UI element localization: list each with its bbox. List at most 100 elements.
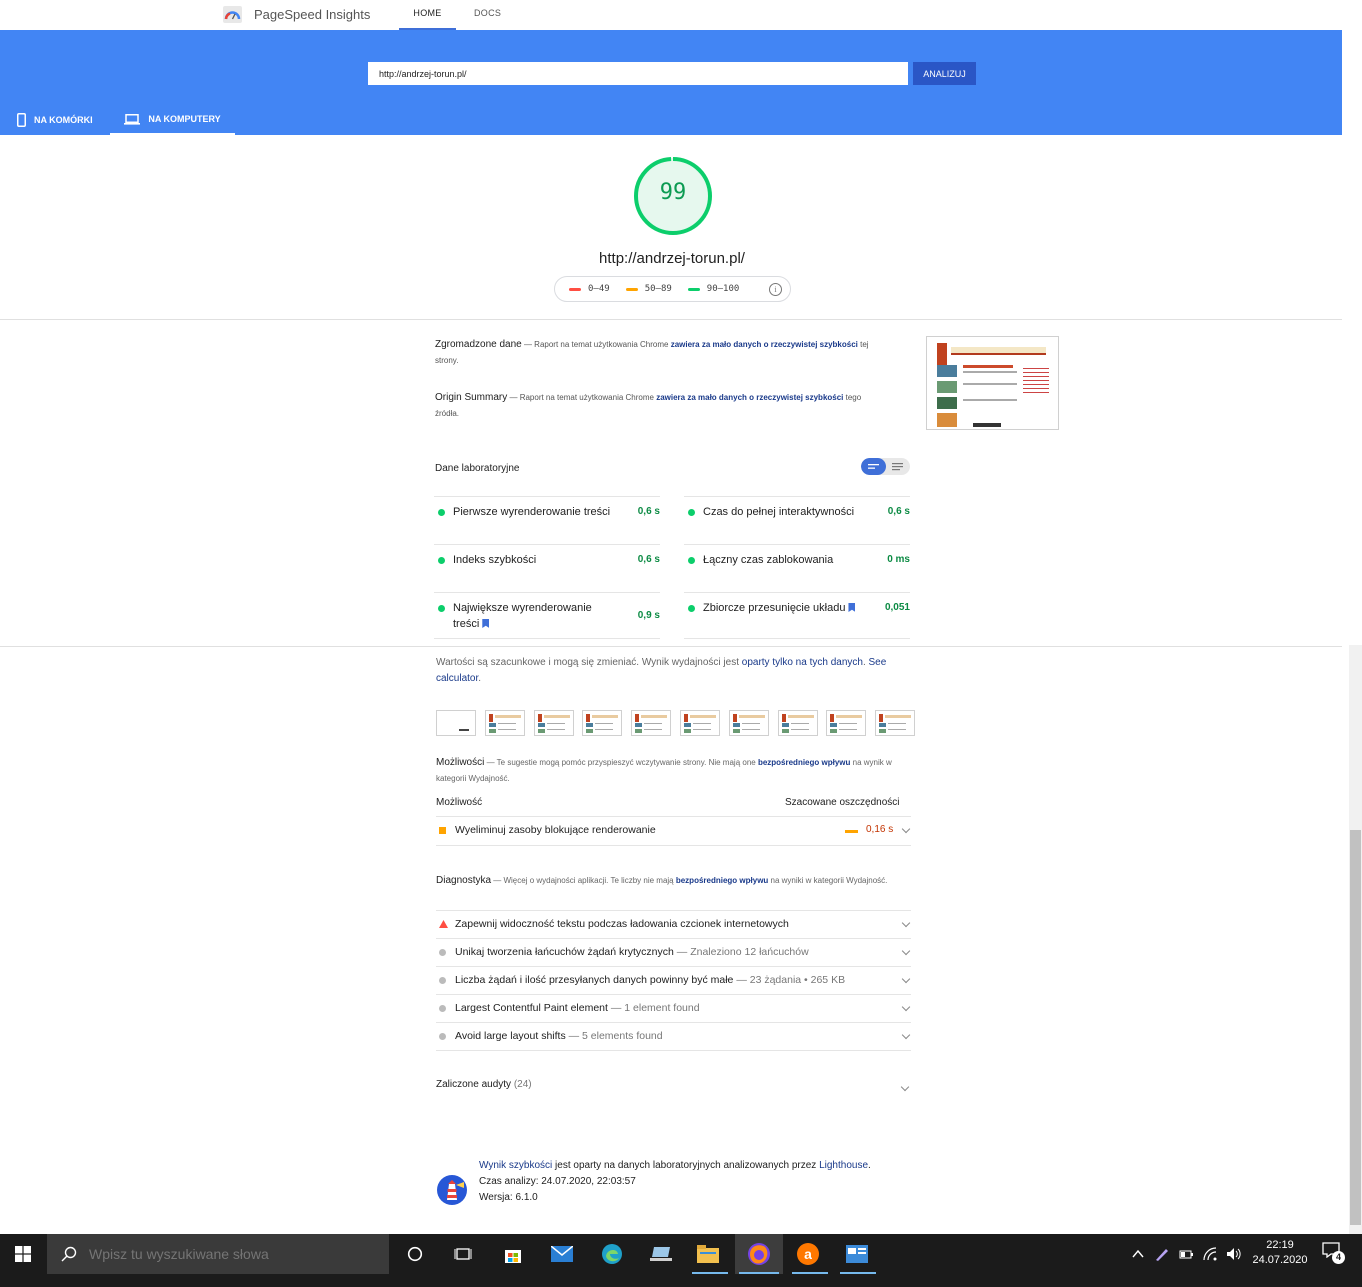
chevron-down-icon[interactable] bbox=[901, 824, 911, 834]
savings-bar bbox=[845, 830, 858, 833]
diagnostic-detail: — Znaleziono 12 łańcuchów bbox=[673, 946, 809, 958]
url-input[interactable] bbox=[368, 62, 908, 85]
scrollbar-thumb[interactable] bbox=[1350, 830, 1361, 1225]
tab-desktop-label: NA KOMPUTERY bbox=[148, 114, 221, 124]
filmstrip-frame bbox=[631, 710, 672, 736]
analyze-button[interactable]: ANALIZUJ bbox=[913, 62, 976, 85]
laptop-icon bbox=[124, 113, 141, 125]
fail-triangle-icon bbox=[439, 920, 448, 928]
diagnostics-title: Diagnostyka bbox=[436, 875, 492, 886]
metric-label-text: Zbiorcze przesunięcie układu bbox=[703, 602, 846, 614]
lighthouse-version: Wersja: 6.1.0 bbox=[479, 1192, 538, 1203]
start-button[interactable] bbox=[0, 1234, 46, 1274]
info-dot-icon bbox=[439, 949, 446, 956]
info-icon[interactable]: i bbox=[769, 283, 782, 296]
lighthouse-logo-icon bbox=[437, 1175, 467, 1205]
nav-tab-docs[interactable]: DOCS bbox=[474, 8, 501, 18]
diagnostic-title: Unikaj tworzenia łańcuchów żądań krytycz… bbox=[455, 946, 674, 958]
note-link[interactable]: oparty tylko na tych danych bbox=[742, 657, 863, 668]
diagnostic-row[interactable]: Largest Contentful Paint element — 1 ele… bbox=[436, 994, 911, 1022]
diagnostic-detail: — 5 elements found bbox=[565, 1030, 663, 1042]
pass-dot-icon bbox=[688, 509, 695, 516]
svg-text:a: a bbox=[804, 1246, 812, 1262]
battery-icon[interactable] bbox=[1178, 1246, 1194, 1262]
diagnostic-row[interactable]: Unikaj tworzenia łańcuchów żądań krytycz… bbox=[436, 938, 911, 966]
metric-tbt: Łączny czas zablokowania 0 ms bbox=[684, 544, 910, 592]
metric-tti: Czas do pełnej interaktywności 0,6 s bbox=[684, 496, 910, 544]
speed-score-link[interactable]: Wynik szybkości bbox=[479, 1160, 552, 1171]
store-icon[interactable] bbox=[499, 1240, 527, 1268]
tab-mobile-label: NA KOMÓRKI bbox=[34, 115, 93, 125]
diagnostic-detail: — 1 element found bbox=[607, 1002, 700, 1014]
diagnostic-row[interactable]: Zapewnij widoczność tekstu podczas ładow… bbox=[436, 910, 911, 938]
metric-label: Czas do pełnej interaktywności bbox=[703, 506, 855, 518]
diagnostics-desc-end: na wyniki w kategorii Wydajność. bbox=[768, 876, 888, 885]
diagnostics-link[interactable]: bezpośredniego wpływu bbox=[676, 876, 768, 885]
diagnostic-row[interactable]: Avoid large layout shifts — 5 elements f… bbox=[436, 1022, 911, 1051]
notifications-button[interactable]: 4 bbox=[1322, 1242, 1346, 1266]
column-header-opportunity: Możliwość bbox=[436, 797, 483, 808]
legend-average-label: 50–89 bbox=[644, 284, 672, 294]
opportunities-link[interactable]: bezpośredniego wpływu bbox=[758, 758, 850, 767]
field-data-link[interactable]: zawiera za mało danych o rzeczywistej sz… bbox=[671, 340, 858, 349]
taskbar-search[interactable] bbox=[47, 1234, 389, 1274]
legend-pass-label: 90–100 bbox=[706, 284, 740, 294]
volume-icon[interactable] bbox=[1225, 1246, 1241, 1262]
origin-summary-section: Origin Summary — Raport na temat użytkow… bbox=[435, 390, 885, 422]
show-hidden-icons-icon[interactable] bbox=[1130, 1246, 1146, 1262]
pass-dot-icon bbox=[438, 605, 445, 612]
metrics-view-toggle[interactable] bbox=[861, 458, 910, 475]
chevron-down-icon[interactable] bbox=[901, 946, 911, 956]
origin-summary-title: Origin Summary bbox=[435, 392, 508, 403]
control-panel-icon[interactable] bbox=[843, 1240, 871, 1268]
firefox-icon[interactable] bbox=[735, 1234, 783, 1274]
tab-mobile[interactable]: NA KOMÓRKI bbox=[17, 105, 107, 135]
filmstrip-frame bbox=[680, 710, 720, 736]
metric-speed-index: Indeks szybkości 0,6 s bbox=[434, 544, 660, 592]
cortana-icon[interactable] bbox=[401, 1240, 429, 1268]
opportunity-row[interactable]: Wyeliminuj zasoby blokujące renderowanie… bbox=[436, 816, 911, 846]
avast-icon[interactable]: a bbox=[794, 1240, 822, 1268]
notification-count-badge: 4 bbox=[1332, 1251, 1345, 1264]
nav-tab-home[interactable]: HOME bbox=[399, 8, 456, 30]
taskbar: a 22:19 24.07.2020 4 bbox=[0, 1234, 1362, 1287]
legend-fail: 0–49 bbox=[569, 284, 610, 294]
chevron-down-icon[interactable] bbox=[901, 918, 911, 928]
divider bbox=[0, 646, 1342, 647]
tab-desktop[interactable]: NA KOMPUTERY bbox=[110, 105, 235, 135]
filmstrip-frame bbox=[582, 710, 623, 736]
chevron-down-icon[interactable] bbox=[901, 1030, 911, 1040]
footer-text: jest oparty na danych laboratoryjnych an… bbox=[552, 1160, 820, 1171]
field-data-section: Zgromadzone dane — Raport na temat użytk… bbox=[435, 337, 885, 369]
analysis-time: Czas analizy: 24.07.2020, 22:03:57 bbox=[479, 1176, 636, 1187]
filmstrip-frame bbox=[533, 710, 574, 736]
taskbar-active-indicator bbox=[739, 1272, 779, 1274]
chevron-down-icon[interactable] bbox=[900, 1082, 910, 1092]
wifi-icon[interactable] bbox=[1202, 1246, 1218, 1262]
search-icon bbox=[61, 1246, 77, 1262]
origin-summary-link[interactable]: zawiera za mało danych o rzeczywistej sz… bbox=[656, 393, 843, 402]
mail-icon[interactable] bbox=[548, 1240, 576, 1268]
file-explorer-icon[interactable] bbox=[694, 1240, 722, 1268]
chevron-down-icon[interactable] bbox=[901, 974, 911, 984]
taskbar-active-indicator bbox=[692, 1272, 728, 1274]
lighthouse-link[interactable]: Lighthouse bbox=[819, 1160, 868, 1171]
diagnostic-row[interactable]: Liczba żądań i ilość przesyłanych danych… bbox=[436, 966, 911, 994]
passed-audits[interactable]: Zaliczone audyty (24) bbox=[436, 1079, 532, 1090]
passed-audits-count: (24) bbox=[513, 1079, 532, 1090]
filmstrip-frame bbox=[728, 710, 769, 736]
opportunities-title: Możliwości bbox=[436, 757, 485, 768]
info-dot-icon bbox=[439, 977, 446, 984]
diagnostic-detail: — 23 żądania • 265 KB bbox=[733, 974, 846, 986]
pass-dot-icon bbox=[688, 605, 695, 612]
pen-icon[interactable] bbox=[1154, 1246, 1170, 1262]
network-app-icon[interactable] bbox=[647, 1240, 675, 1268]
taskbar-clock[interactable]: 22:19 24.07.2020 bbox=[1250, 1238, 1310, 1268]
detail-view-icon[interactable] bbox=[892, 462, 903, 471]
task-view-icon[interactable] bbox=[449, 1240, 477, 1268]
chevron-down-icon[interactable] bbox=[901, 1002, 911, 1012]
edge-icon[interactable] bbox=[598, 1240, 626, 1268]
diagnostics-header: Diagnostyka — Więcej o wydajności aplika… bbox=[436, 873, 911, 889]
taskbar-search-input[interactable] bbox=[89, 1246, 369, 1262]
passed-audits-label: Zaliczone audyty bbox=[436, 1079, 512, 1090]
